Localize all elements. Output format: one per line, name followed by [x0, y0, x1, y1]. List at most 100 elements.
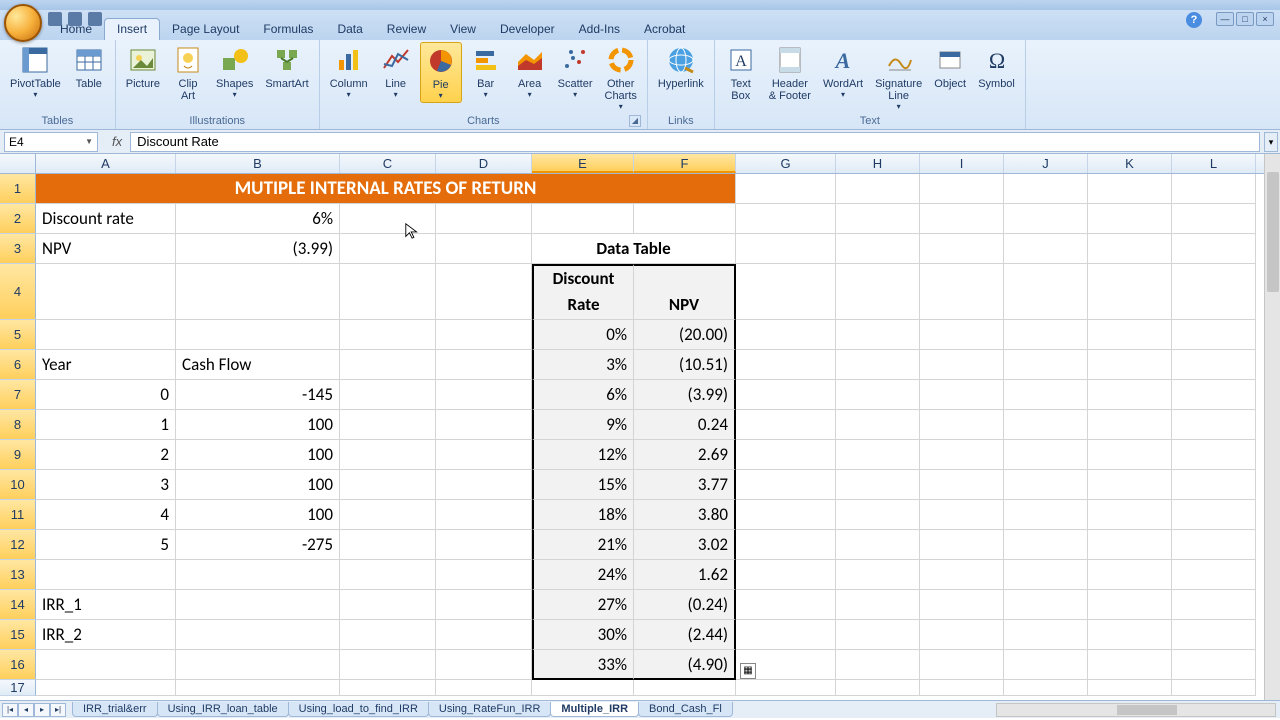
col-header-G[interactable]: G [736, 154, 836, 173]
cell[interactable]: 4 [36, 500, 176, 530]
cell[interactable] [36, 560, 176, 590]
cell[interactable] [340, 560, 436, 590]
cell[interactable] [736, 410, 836, 440]
headerfooter-button[interactable]: Header& Footer [765, 42, 815, 104]
cell[interactable] [340, 500, 436, 530]
sheet-nav-last[interactable]: ▸| [50, 703, 66, 717]
col-header-D[interactable]: D [436, 154, 532, 173]
row-header-15[interactable]: 15 [0, 620, 36, 650]
fx-icon[interactable]: fx [112, 134, 122, 149]
cell[interactable] [436, 590, 532, 620]
cell[interactable] [1088, 440, 1172, 470]
cell[interactable] [340, 264, 436, 320]
cell[interactable] [340, 234, 436, 264]
cell[interactable] [836, 560, 920, 590]
cell[interactable] [836, 590, 920, 620]
cell[interactable] [1088, 620, 1172, 650]
cell[interactable] [920, 204, 1004, 234]
cell[interactable] [340, 620, 436, 650]
cell[interactable] [836, 410, 920, 440]
sheet-nav-prev[interactable]: ◂ [18, 703, 34, 717]
formula-input[interactable]: Discount Rate [130, 132, 1260, 152]
cell[interactable]: 2 [36, 440, 176, 470]
dialog-launcher[interactable]: ◢ [629, 115, 641, 127]
vertical-scrollbar[interactable] [1264, 154, 1280, 700]
clipart-button[interactable]: ClipArt [168, 42, 208, 104]
cell[interactable]: 100 [176, 440, 340, 470]
tab-formulas[interactable]: Formulas [251, 19, 325, 40]
cell[interactable] [1004, 350, 1088, 380]
cell[interactable] [736, 620, 836, 650]
dt-rate[interactable]: 12% [532, 440, 634, 470]
pie-button[interactable]: Pie▾ [420, 42, 462, 103]
col-header-L[interactable]: L [1172, 154, 1256, 173]
col-header-F[interactable]: F [634, 154, 736, 173]
wordart-button[interactable]: AWordArt▾ [819, 42, 867, 101]
formula-bar-expand[interactable]: ▾ [1264, 132, 1278, 152]
cell[interactable]: Year [36, 350, 176, 380]
cell[interactable] [736, 470, 836, 500]
cell[interactable] [1088, 320, 1172, 350]
cell[interactable] [920, 174, 1004, 204]
cell[interactable] [736, 440, 836, 470]
cell[interactable] [36, 264, 176, 320]
tab-page-layout[interactable]: Page Layout [160, 19, 251, 40]
dt-npv[interactable]: (3.99) [634, 380, 736, 410]
cell[interactable] [176, 650, 340, 680]
cell[interactable] [1172, 620, 1256, 650]
dt-npv[interactable]: 3.77 [634, 470, 736, 500]
cell[interactable] [836, 174, 920, 204]
cell[interactable] [920, 470, 1004, 500]
cell[interactable] [1172, 650, 1256, 680]
cell[interactable] [736, 680, 836, 696]
cell[interactable]: -145 [176, 380, 340, 410]
cell[interactable] [1088, 204, 1172, 234]
col-header-K[interactable]: K [1088, 154, 1172, 173]
dt-npv[interactable]: 3.02 [634, 530, 736, 560]
cell[interactable] [1004, 620, 1088, 650]
cell[interactable] [1088, 234, 1172, 264]
cell[interactable] [436, 350, 532, 380]
table-button[interactable]: Table [69, 42, 109, 92]
scatter-button[interactable]: Scatter▾ [554, 42, 597, 101]
row-header-5[interactable]: 5 [0, 320, 36, 350]
cell[interactable]: 0 [36, 380, 176, 410]
sheet-tab-using_irr_loan_table[interactable]: Using_IRR_loan_table [157, 702, 289, 717]
dt-rate[interactable]: 18% [532, 500, 634, 530]
office-button[interactable] [4, 4, 42, 42]
cell[interactable] [1172, 320, 1256, 350]
horizontal-scrollbar[interactable] [996, 703, 1276, 717]
dt-npv[interactable]: 1.62 [634, 560, 736, 590]
cell[interactable] [736, 350, 836, 380]
row-header-6[interactable]: 6 [0, 350, 36, 380]
row-header-2[interactable]: 2 [0, 204, 36, 234]
cell[interactable] [340, 590, 436, 620]
cell[interactable] [340, 410, 436, 440]
hyperlink-button[interactable]: Hyperlink [654, 42, 708, 92]
minimize-button[interactable]: — [1216, 12, 1234, 26]
cell[interactable] [1088, 560, 1172, 590]
cell[interactable] [1088, 530, 1172, 560]
cell[interactable] [340, 350, 436, 380]
cell[interactable]: 6% [176, 204, 340, 234]
cell[interactable] [920, 500, 1004, 530]
dt-rate[interactable]: 21% [532, 530, 634, 560]
dt-npv[interactable]: 3.80 [634, 500, 736, 530]
cell[interactable] [920, 530, 1004, 560]
cell[interactable] [736, 264, 836, 320]
cell[interactable]: Cash Flow [176, 350, 340, 380]
cell[interactable] [736, 560, 836, 590]
cell[interactable] [176, 620, 340, 650]
name-box[interactable]: E4 ▼ [4, 132, 98, 152]
textbox-button[interactable]: ATextBox [721, 42, 761, 104]
data-table-title[interactable]: Data Table [532, 234, 736, 264]
dt-rate[interactable]: 3% [532, 350, 634, 380]
cell[interactable] [1088, 264, 1172, 320]
sheet-tab-using_ratefun_irr[interactable]: Using_RateFun_IRR [428, 702, 552, 717]
col-header-C[interactable]: C [340, 154, 436, 173]
cell[interactable]: Discount rate [36, 204, 176, 234]
cell[interactable]: -275 [176, 530, 340, 560]
cell[interactable] [36, 650, 176, 680]
cell[interactable] [1004, 380, 1088, 410]
cell[interactable] [836, 264, 920, 320]
